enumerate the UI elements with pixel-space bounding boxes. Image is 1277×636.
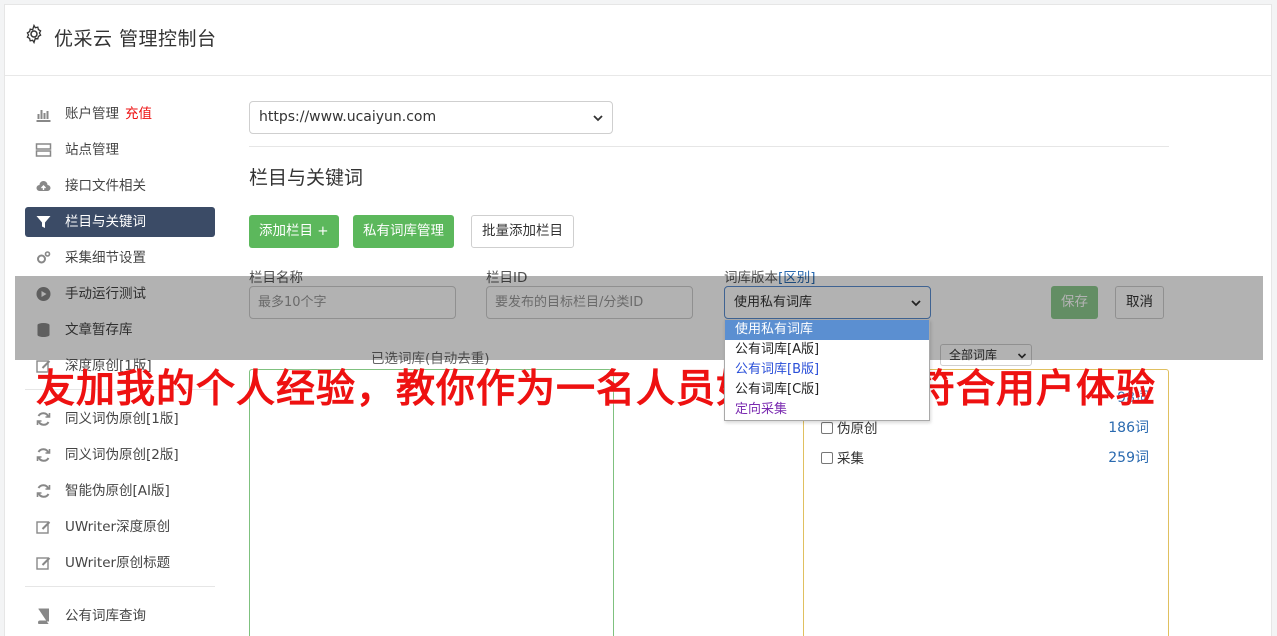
sidebar-divider (25, 586, 215, 587)
lib-item-label: 采集 (837, 451, 864, 467)
version-option[interactable]: 公有词库[A版] (725, 340, 929, 360)
edit-icon (36, 521, 51, 534)
version-option[interactable]: 公有词库[B版] (725, 360, 929, 380)
sidebar-item-uwriter-title[interactable]: UWriter原创标题 (25, 548, 215, 578)
sidebar-item-uwriter-deep[interactable]: UWriter深度原创 (25, 512, 215, 542)
banner-text: 友加我的个人经验，教你作为一名人员如何撰写出符合用户体验 (36, 367, 1157, 412)
recharge-link[interactable]: 充值 (125, 106, 152, 122)
edit-icon (36, 557, 51, 570)
app-root: 优采云 管理控制台 账户管理 充值 站点管理 接口文件相关 栏目与关键词 采集细节… (0, 0, 1277, 636)
version-option[interactable]: 使用私有词库 (725, 320, 929, 340)
sidebar-item-synonym-v2[interactable]: 同义词伪原创[2版] (25, 440, 215, 470)
sidebar-item-account[interactable]: 账户管理 充值 (25, 99, 215, 129)
sidebar-item-sites[interactable]: 站点管理 (25, 135, 215, 165)
lib-count: 259词 (1108, 450, 1149, 466)
sidebar-item-columns[interactable]: 栏目与关键词 (25, 207, 215, 237)
filter-icon (36, 216, 51, 228)
version-option[interactable]: 定向采集 (725, 400, 929, 420)
sidebar-item-label: 同义词伪原创[2版] (65, 447, 179, 463)
version-dropdown[interactable]: 使用私有词库 公有词库[A版] 公有词库[B版] 公有词库[C版] 定向采集 (724, 319, 930, 421)
sidebar-item-label: 采集细节设置 (65, 250, 146, 266)
batch-add-button[interactable]: 批量添加栏目 (471, 215, 574, 248)
site-select[interactable]: https://www.ucaiyun.com (249, 101, 613, 134)
page-title: 优采云 管理控制台 (54, 28, 217, 50)
gray-overlay (15, 276, 1263, 360)
add-column-button[interactable]: 添加栏目 + (249, 215, 339, 248)
sidebar-item-interface[interactable]: 接口文件相关 (25, 171, 215, 201)
sidebar-item-label: 账户管理 (65, 106, 119, 122)
sidebar-item-collect-settings[interactable]: 采集细节设置 (25, 243, 215, 273)
site-select-value: https://www.ucaiyun.com (259, 109, 437, 125)
sidebar-item-label: 栏目与关键词 (65, 214, 146, 230)
chevron-down-icon (593, 115, 603, 122)
refresh-icon (36, 448, 51, 462)
cloud-upload-icon (36, 181, 51, 191)
sidebar-item-label: 智能伪原创[AI版] (65, 483, 170, 499)
divider (249, 146, 1169, 147)
private-lib-button[interactable]: 私有词库管理 (353, 215, 454, 248)
sidebar-item-ai-rewrite[interactable]: 智能伪原创[AI版] (25, 476, 215, 506)
sidebar-item-public-lib[interactable]: 公有词库查询 (25, 601, 215, 631)
checkbox[interactable] (821, 422, 833, 434)
sidebar-item-label: 站点管理 (65, 142, 119, 158)
cogs-icon (37, 251, 51, 264)
sidebar-item-label: UWriter深度原创 (65, 519, 171, 535)
section-title: 栏目与关键词 (249, 167, 364, 189)
gear-icon (26, 24, 42, 44)
header: 优采云 管理控制台 (5, 5, 1271, 76)
sidebar-item-label: UWriter原创标题 (65, 555, 171, 571)
checkbox[interactable] (821, 452, 833, 464)
lib-item-collect[interactable]: 采集 (821, 447, 864, 467)
sidebar-item-label: 接口文件相关 (65, 178, 146, 194)
book-icon (38, 608, 49, 624)
lib-count: 186词 (1108, 420, 1149, 436)
refresh-icon (36, 484, 51, 498)
bar-chart-icon (36, 110, 51, 122)
sidebar-item-label: 公有词库查询 (65, 608, 146, 624)
server-icon (35, 143, 52, 157)
lib-item-label: 伪原创 (837, 421, 878, 437)
version-option[interactable]: 公有词库[C版] (725, 380, 929, 400)
